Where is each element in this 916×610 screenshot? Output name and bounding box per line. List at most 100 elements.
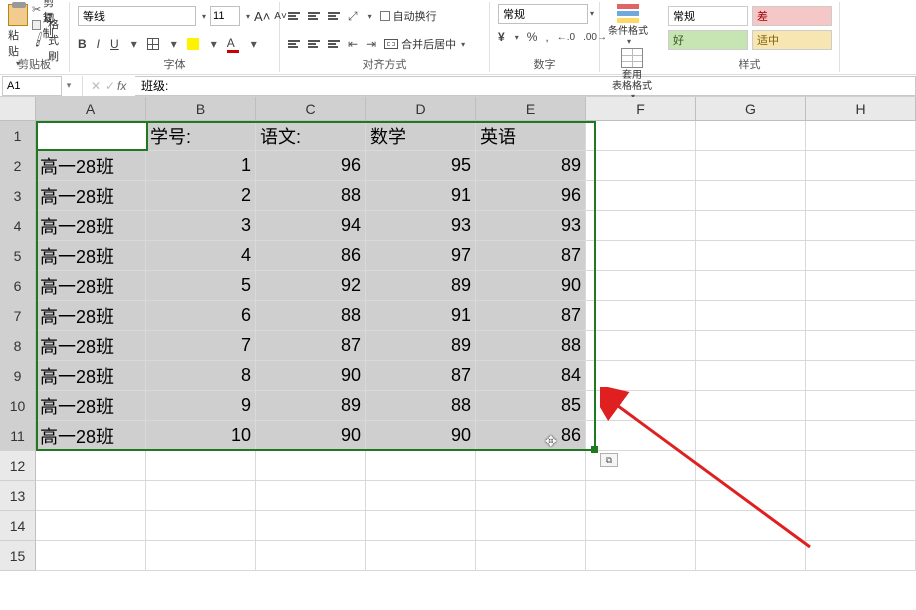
cell[interactable]: 88 [366,391,476,421]
chevron-down-icon[interactable]: ▾ [246,12,250,21]
cell[interactable] [366,541,476,571]
cell-style-normal[interactable]: 常规 [668,6,748,26]
cell[interactable] [806,151,916,181]
enter-icon[interactable]: ✓ [103,79,117,93]
orientation-button[interactable]: ⤢ [348,9,358,24]
cell[interactable]: 2 [146,181,256,211]
cell[interactable] [146,451,256,481]
cell[interactable] [146,481,256,511]
font-color-button[interactable]: A [227,36,239,53]
cell[interactable] [806,241,916,271]
cell[interactable]: 88 [476,331,586,361]
cell[interactable] [696,241,806,271]
cell-style-bad[interactable]: 差 [752,6,832,26]
cell[interactable] [586,181,696,211]
cell[interactable]: 高一28班 [36,271,146,301]
cell[interactable] [696,181,806,211]
cell[interactable]: 86 [476,421,586,451]
cell[interactable]: 89 [366,271,476,301]
cell[interactable]: 高一28班 [36,391,146,421]
cell[interactable]: 1 [146,151,256,181]
cancel-icon[interactable]: ✕ [89,79,103,93]
font-size-input[interactable] [210,6,240,26]
cell[interactable] [586,121,696,151]
cell[interactable]: 语文: [256,121,366,151]
cell[interactable]: 高一28班 [36,151,146,181]
fx-icon[interactable]: fx [117,79,135,93]
cell[interactable]: 数学 [366,121,476,151]
cell[interactable] [806,121,916,151]
decrease-indent-button[interactable]: ⇤ [348,37,358,51]
cell[interactable] [696,361,806,391]
chevron-down-icon[interactable]: ▾ [131,37,137,51]
align-center-button[interactable] [308,40,320,48]
bold-button[interactable]: B [78,37,87,51]
cell[interactable] [146,541,256,571]
formula-input[interactable] [135,76,916,96]
cell[interactable]: 96 [476,181,586,211]
cell[interactable] [806,391,916,421]
cell[interactable]: 高一28班 [36,331,146,361]
italic-button[interactable]: I [97,37,100,51]
cell[interactable]: 97 [366,241,476,271]
cell[interactable] [806,331,916,361]
row-header[interactable]: 3 [0,181,36,211]
cell[interactable] [696,151,806,181]
cell[interactable]: 95 [366,151,476,181]
cell[interactable]: 87 [476,241,586,271]
cell[interactable]: 90 [476,271,586,301]
cell[interactable] [806,211,916,241]
cell[interactable] [586,271,696,301]
cell[interactable]: 9 [146,391,256,421]
cell[interactable] [256,481,366,511]
cell[interactable]: 10 [146,421,256,451]
cell[interactable]: 85 [476,391,586,421]
cell[interactable]: 6 [146,301,256,331]
cell[interactable]: 92 [256,271,366,301]
cell[interactable] [806,451,916,481]
chevron-down-icon[interactable]: ▾ [627,37,631,46]
cell[interactable] [696,391,806,421]
currency-button[interactable]: ¥ [498,30,505,44]
wrap-text-button[interactable]: 自动换行 [380,8,437,24]
cell[interactable] [806,361,916,391]
column-header[interactable]: D [366,97,476,121]
cell[interactable]: 84 [476,361,586,391]
cell[interactable]: 90 [366,421,476,451]
cell[interactable] [256,451,366,481]
cell[interactable] [586,151,696,181]
cell[interactable]: 高一28班 [36,421,146,451]
row-header[interactable]: 1 [0,121,36,151]
row-header[interactable]: 2 [0,151,36,181]
align-middle-button[interactable] [308,12,320,20]
cell[interactable] [256,511,366,541]
cell[interactable] [586,361,696,391]
cell[interactable] [806,481,916,511]
cell[interactable] [806,271,916,301]
column-header[interactable]: H [806,97,916,121]
cell[interactable] [696,421,806,451]
name-box-input[interactable] [2,76,62,96]
cell[interactable] [806,301,916,331]
cell[interactable] [366,511,476,541]
cell-grid[interactable]: 班级:学号:语文:数学英语高一28班1969589高一28班2889196高一2… [36,121,916,610]
cell[interactable] [806,541,916,571]
cell[interactable] [696,211,806,241]
cell[interactable]: 高一28班 [36,361,146,391]
row-header[interactable]: 4 [0,211,36,241]
row-header[interactable]: 5 [0,241,36,271]
underline-button[interactable]: U [110,37,119,51]
row-header[interactable]: 14 [0,511,36,541]
merge-center-button[interactable]: 合并后居中 ▾ [384,36,465,52]
cell[interactable] [696,481,806,511]
comma-button[interactable]: , [545,30,548,44]
cell[interactable] [146,511,256,541]
row-header[interactable]: 15 [0,541,36,571]
column-header[interactable]: C [256,97,366,121]
row-header[interactable]: 9 [0,361,36,391]
column-header[interactable]: A [36,97,146,121]
column-header[interactable]: F [586,97,696,121]
column-header[interactable]: E [476,97,586,121]
align-top-button[interactable] [288,12,300,20]
cell[interactable] [36,481,146,511]
